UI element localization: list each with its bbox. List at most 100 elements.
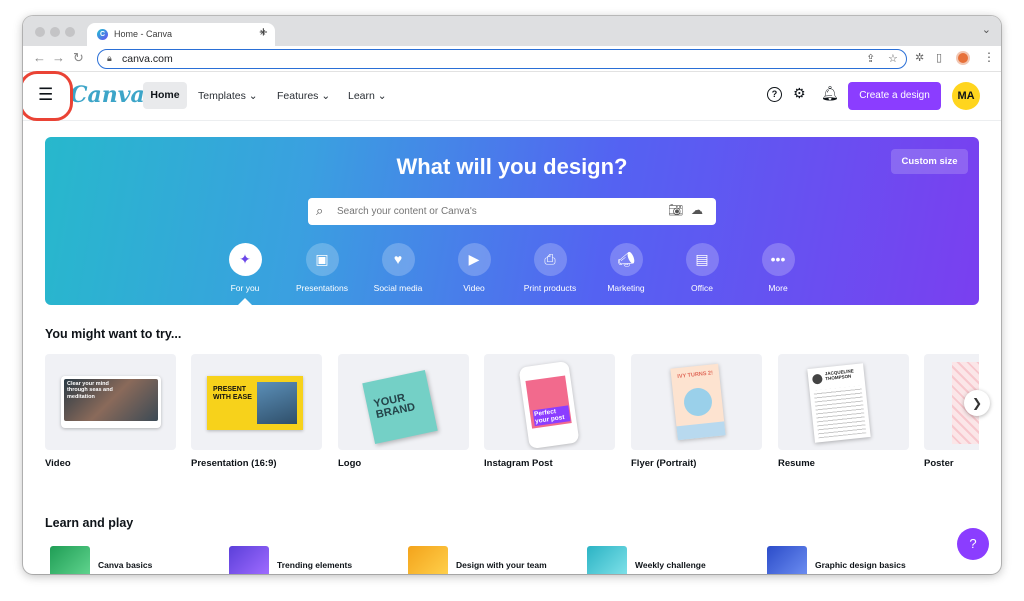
browser-window: C Home - Canva × + ⌄ ← → ↻ 🔒︎ canva.com … (23, 16, 1001, 574)
category-office[interactable]: ▤ Office (664, 243, 740, 293)
sidebar-panel-icon[interactable]: ▯ (936, 51, 942, 64)
flyer-thumb-text: IVY TURNS 2! (677, 370, 714, 380)
video-thumb-text: Clear your mind through seas and meditat… (67, 381, 113, 400)
logo-thumb-text: YOUR BRAND (372, 391, 417, 422)
category-video[interactable]: ▶ Video (436, 243, 512, 293)
custom-size-button[interactable]: Custom size (891, 149, 968, 174)
selected-category-caret (238, 298, 252, 305)
category-label: Video (463, 283, 485, 293)
video-thumbnail: Clear your mind through seas and meditat… (45, 354, 176, 450)
category-print-products[interactable]: ⎙ Print products (512, 243, 588, 293)
design-search-box[interactable]: ⌕ 📷︎ ☁ (308, 198, 716, 225)
flyer-thumbnail: IVY TURNS 2! (631, 354, 762, 450)
share-icon[interactable]: ⇪ (866, 52, 875, 65)
sparkle-icon: ✦ (228, 243, 262, 276)
learn-item-label: Trending elements (277, 560, 353, 570)
category-label: More (768, 283, 788, 293)
zoom-window-button[interactable] (65, 27, 75, 37)
resume-thumb-text: JACQUELINE THOMPSON (824, 368, 854, 382)
upload-cloud-icon[interactable]: ☁ (691, 203, 703, 217)
design-search-input[interactable] (337, 203, 647, 219)
settings-gear-icon[interactable]: ⚙ (793, 85, 806, 102)
canva-favicon-icon: C (97, 29, 108, 40)
nav-home[interactable]: Home (143, 82, 187, 109)
browser-tab[interactable]: C Home - Canva × (87, 23, 275, 47)
printer-icon: ⎙ (533, 243, 567, 276)
try-card-flyer[interactable]: IVY TURNS 2! Flyer (Portrait) (631, 354, 762, 469)
learn-item-trending-elements[interactable]: Trending elements (229, 546, 369, 574)
learn-item-canva-basics[interactable]: Canva basics (50, 546, 190, 574)
new-tab-button[interactable]: + (259, 24, 268, 41)
presentation-thumbnail: PRESENT WITH EASE (191, 354, 322, 450)
forward-icon[interactable]: → (52, 50, 65, 65)
learn-item-graphic-design-basics[interactable]: Graphic design basics (767, 546, 927, 574)
tab-search-chevron-icon[interactable]: ⌄ (982, 23, 991, 36)
card-label: Logo (338, 458, 362, 469)
url-text: canva.com (122, 53, 173, 65)
close-window-button[interactable] (35, 27, 45, 37)
extensions-puzzle-icon[interactable]: ✲ (915, 51, 924, 64)
canva-logo[interactable]: Canva (70, 82, 145, 108)
notifications-bell-icon[interactable]: 🔔︎ (821, 85, 839, 102)
try-card-logo[interactable]: YOUR BRAND Logo (338, 354, 469, 469)
lock-icon: 🔒︎ (107, 53, 112, 63)
card-label: Presentation (16:9) (191, 458, 277, 469)
logo-thumbnail: YOUR BRAND (338, 354, 469, 450)
category-more[interactable]: ••• More (740, 243, 816, 293)
nav-learn[interactable]: Learn ⌄ (348, 90, 387, 102)
briefcase-icon: ▤ (685, 243, 719, 276)
card-label: Instagram Post (484, 458, 553, 469)
sparkle-icon (229, 546, 269, 574)
try-card-instagram-post[interactable]: Perfect your post Instagram Post (484, 354, 615, 469)
browser-titlebar: C Home - Canva × + ⌄ (23, 16, 1001, 47)
category-for-you[interactable]: ✦ For you (207, 243, 283, 293)
profile-icon[interactable] (956, 51, 970, 65)
highlight-annotation-circle (23, 71, 73, 121)
more-icon: ••• (761, 243, 795, 276)
learn-item-label: Graphic design basics (815, 560, 906, 570)
canva-header: ☰ Canva Home Templates ⌄ Features ⌄ Lear… (23, 73, 1001, 121)
back-icon[interactable]: ← (33, 50, 46, 65)
try-card-resume[interactable]: JACQUELINE THOMPSON Resume (778, 354, 909, 469)
category-label: Marketing (607, 283, 645, 293)
category-label: Presentations (296, 283, 348, 293)
minimize-window-button[interactable] (50, 27, 60, 37)
browser-menu-icon[interactable]: ⋮ (983, 50, 995, 64)
browser-toolbar: ← → ↻ 🔒︎ canva.com ⇪ ☆ ✲ ▯ ⋮ (23, 46, 1001, 72)
learn-section-title: Learn and play (45, 516, 134, 530)
card-label: Flyer (Portrait) (631, 458, 697, 469)
learn-item-label: Weekly challenge (635, 560, 706, 570)
help-fab-button[interactable]: ? (957, 528, 989, 560)
learn-item-design-with-your-team[interactable]: Design with your team (408, 546, 558, 574)
bookmark-star-icon[interactable]: ☆ (888, 52, 898, 65)
camera-icon[interactable]: 📷︎ (668, 203, 683, 217)
instagram-thumbnail: Perfect your post (484, 354, 615, 450)
search-icon: ⌕ (316, 203, 324, 218)
video-icon: ▶ (457, 243, 491, 276)
try-section-title: You might want to try... (45, 327, 182, 341)
category-presentations[interactable]: ▣ Presentations (284, 243, 360, 293)
learn-item-weekly-challenge[interactable]: Weekly challenge (587, 546, 727, 574)
address-bar[interactable]: 🔒︎ canva.com ⇪ ☆ (97, 49, 907, 69)
learn-item-label: Canva basics (98, 560, 153, 570)
category-social-media[interactable]: ♥ Social media (360, 243, 436, 293)
help-icon[interactable]: ? (767, 87, 782, 102)
heart-icon: ♥ (381, 243, 415, 276)
reload-icon[interactable]: ↻ (73, 50, 84, 66)
user-avatar[interactable]: MA (952, 82, 980, 110)
category-label: Social media (373, 283, 423, 293)
nav-features[interactable]: Features ⌄ (277, 90, 330, 102)
card-label: Poster (924, 458, 954, 469)
category-label: For you (230, 283, 260, 293)
typography-icon (767, 546, 807, 574)
megaphone-icon: 📣︎ (609, 243, 643, 276)
hero-banner: What will you design? Custom size ⌕ 📷︎ ☁… (45, 137, 979, 305)
learn-item-label: Design with your team (456, 560, 547, 570)
try-card-presentation[interactable]: PRESENT WITH EASE Presentation (16:9) (191, 354, 322, 469)
try-card-video[interactable]: Clear your mind through seas and meditat… (45, 354, 176, 469)
category-marketing[interactable]: 📣︎ Marketing (588, 243, 664, 293)
nav-templates[interactable]: Templates ⌄ (198, 90, 258, 102)
tab-title: Home - Canva (114, 29, 173, 39)
create-a-design-button[interactable]: Create a design (848, 82, 941, 110)
carousel-next-button[interactable]: ❯ (964, 390, 990, 416)
